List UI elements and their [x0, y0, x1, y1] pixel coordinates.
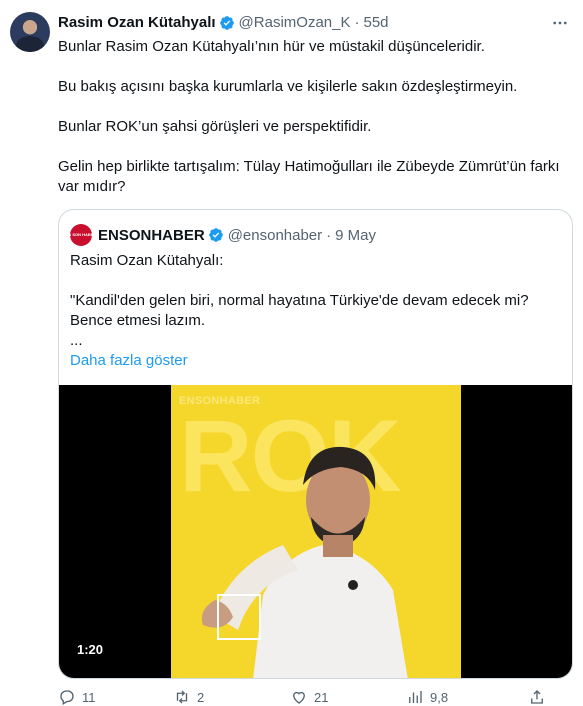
separator-dot: · [326, 226, 332, 244]
views-chart-icon [409, 691, 422, 703]
thumbnail-brand: ENSONHABER [179, 395, 261, 407]
video-player[interactable]: ROK ENSONHABER 1:20 [59, 385, 572, 678]
heart-icon [293, 691, 305, 704]
quoted-tweet-text: Rasim Ozan Kütahyalı: "Kandil'den gelen … [70, 251, 560, 371]
tweet-line: Gelin hep birlikte tartışalım: Tülay Hat… [58, 158, 560, 195]
person-figure [201, 446, 408, 678]
views-button[interactable]: 9,8 [406, 688, 448, 706]
tweet[interactable]: Rasim Ozan Kütahyalı @RasimOzan_K · 55d … [0, 0, 583, 705]
author-name[interactable]: Rasim Ozan Kütahyalı [58, 14, 216, 31]
video-duration: 1:20 [71, 641, 110, 658]
quoted-author-handle[interactable]: @ensonhaber [228, 227, 322, 244]
quoted-tweet-header: EN SON HABER ENSONHABER @ensonhaber · 9 … [66, 224, 376, 246]
verified-badge-icon [208, 228, 223, 242]
avatar[interactable] [10, 12, 50, 52]
views-count: 9,8 [430, 689, 449, 705]
show-more-link[interactable]: Daha fazla göster [70, 351, 560, 371]
tweet-text: Bunlar Rasim Ozan Kütahyalı’nın hür ve m… [58, 37, 566, 217]
video-thumbnail: ROK ENSONHABER [171, 385, 461, 678]
tweet-line: Bunlar Rasim Ozan Kütahyalı’nın hür ve m… [58, 38, 485, 55]
like-button[interactable]: 21 [290, 688, 328, 706]
share-icon [531, 690, 543, 704]
like-count: 21 [314, 689, 329, 705]
author-handle[interactable]: @RasimOzan_K [239, 14, 351, 31]
share-button[interactable] [528, 688, 552, 706]
retweet-icon [176, 690, 188, 704]
tweet-header: Rasim Ozan Kütahyalı @RasimOzan_K · 55d [58, 14, 389, 31]
tweet-actions: 11 2 21 9,8 [58, 688, 568, 706]
tweet-line: Bu bakış açısını başka kurumlarla ve kiş… [58, 78, 518, 95]
verified-badge-icon [219, 15, 234, 30]
avatar-shirt [16, 36, 44, 52]
quoted-tweet[interactable]: EN SON HABER ENSONHABER @ensonhaber · 9 … [58, 209, 573, 679]
quoted-date[interactable]: 9 May [335, 227, 376, 244]
retweet-count: 2 [197, 689, 205, 705]
reply-button[interactable]: 11 [58, 688, 96, 706]
reply-icon [60, 690, 74, 705]
tweet-line: Bunlar ROK’un şahsi görüşleri ve perspek… [58, 118, 372, 135]
separator-dot: · [354, 14, 360, 31]
quoted-line: Bence etmesi lazım. [70, 312, 206, 329]
quoted-author-name[interactable]: ENSONHABER [98, 227, 205, 244]
retweet-button[interactable]: 2 [173, 688, 204, 706]
timestamp[interactable]: 55d [363, 14, 388, 31]
ensonhaber-logo: EN SON HABER [66, 224, 96, 246]
reply-count: 11 [82, 689, 96, 705]
more-options-icon[interactable] [551, 14, 569, 32]
quoted-line: ... [70, 332, 83, 349]
quoted-line: Rasim Ozan Kütahyalı: [70, 252, 224, 269]
quoted-line: "Kandil'den gelen biri, normal hayatına … [70, 292, 529, 309]
